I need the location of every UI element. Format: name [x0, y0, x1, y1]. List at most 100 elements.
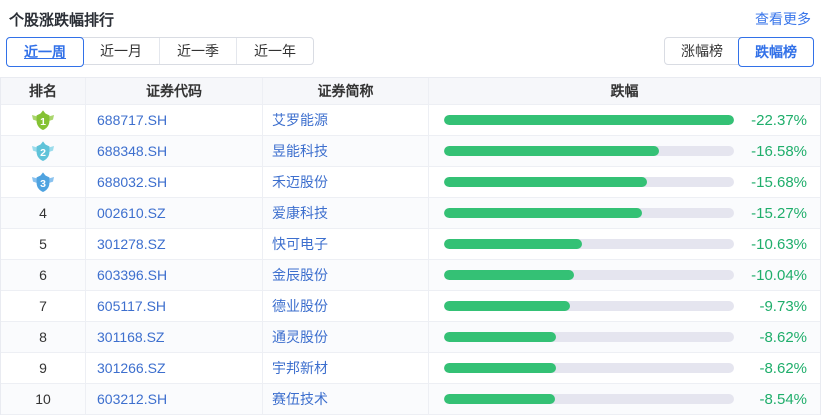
- change-bar-fill: [444, 115, 734, 125]
- table-row[interactable]: 1 688717.SH 艾罗能源 -22.37%: [1, 105, 820, 136]
- change-cell: -9.73%: [429, 291, 820, 321]
- svg-text:1: 1: [40, 116, 46, 128]
- table-row[interactable]: 2 688348.SH 昱能科技 -16.58%: [1, 136, 820, 167]
- table-row[interactable]: 6 603396.SH 金辰股份 -10.04%: [1, 260, 820, 291]
- rank-number: 8: [39, 329, 47, 345]
- change-value: -22.37%: [734, 112, 807, 129]
- change-cell: -10.04%: [429, 260, 820, 290]
- change-value: -15.68%: [734, 174, 807, 191]
- change-bar-track: [444, 115, 734, 125]
- change-bar-track: [444, 177, 734, 187]
- rank-number: 9: [39, 360, 47, 376]
- header-name: 证券简称: [263, 78, 429, 104]
- table-row[interactable]: 4 002610.SZ 爱康科技 -15.27%: [1, 198, 820, 229]
- rank-number: 7: [39, 298, 47, 314]
- rank-cell: 5: [1, 229, 86, 259]
- header-change: 跌幅: [429, 78, 820, 104]
- change-value: -8.62%: [734, 329, 807, 346]
- table-row[interactable]: 3 688032.SH 禾迈股份 -15.68%: [1, 167, 820, 198]
- change-bar-fill: [444, 270, 574, 280]
- change-value: -9.73%: [734, 298, 807, 315]
- stock-code[interactable]: 603212.SH: [86, 384, 263, 414]
- change-bar-track: [444, 146, 734, 156]
- svg-text:2: 2: [40, 147, 46, 159]
- change-bar-track: [444, 301, 734, 311]
- change-bar-fill: [444, 177, 647, 187]
- header-code: 证券代码: [86, 78, 263, 104]
- change-bar-fill: [444, 332, 556, 342]
- change-cell: -22.37%: [429, 105, 820, 135]
- change-value: -16.58%: [734, 143, 807, 160]
- header-rank: 排名: [1, 78, 86, 104]
- change-value: -8.62%: [734, 360, 807, 377]
- stock-name[interactable]: 爱康科技: [263, 198, 429, 228]
- stock-name[interactable]: 艾罗能源: [263, 105, 429, 135]
- change-bar-track: [444, 270, 734, 280]
- see-more-link[interactable]: 查看更多: [755, 9, 811, 29]
- tab-last-week[interactable]: 近一周: [6, 37, 84, 67]
- period-tab-group: 近一周 近一月 近一季 近一年: [6, 37, 314, 65]
- rank-cell: 4: [1, 198, 86, 228]
- rank-cell: 6: [1, 260, 86, 290]
- widget-header: 个股涨跌幅排行 查看更多: [0, 0, 821, 30]
- change-bar-fill: [444, 301, 570, 311]
- rank-cell: 2: [1, 136, 86, 166]
- toggle-gainers[interactable]: 涨幅榜: [665, 38, 739, 64]
- rank-number: 5: [39, 236, 47, 252]
- rank-medal-icon: 2: [31, 140, 55, 162]
- rank-cell: 7: [1, 291, 86, 321]
- table-row[interactable]: 7 605117.SH 德业股份 -9.73%: [1, 291, 820, 322]
- ranking-table: 排名 证券代码 证券简称 跌幅 1 688717.SH 艾罗能源 -22.37%: [0, 77, 821, 415]
- change-cell: -8.62%: [429, 322, 820, 352]
- table-row[interactable]: 8 301168.SZ 通灵股份 -8.62%: [1, 322, 820, 353]
- stock-code[interactable]: 603396.SH: [86, 260, 263, 290]
- change-bar-track: [444, 394, 734, 404]
- stock-name[interactable]: 通灵股份: [263, 322, 429, 352]
- tab-last-quarter[interactable]: 近一季: [159, 38, 236, 64]
- change-bar-track: [444, 332, 734, 342]
- change-bar-fill: [444, 239, 582, 249]
- controls-row: 近一周 近一月 近一季 近一年 涨幅榜 跌幅榜: [0, 37, 821, 65]
- rank-medal-icon: 3: [31, 171, 55, 193]
- stock-code[interactable]: 688717.SH: [86, 105, 263, 135]
- stock-code[interactable]: 301278.SZ: [86, 229, 263, 259]
- change-value: -10.04%: [734, 267, 807, 284]
- table-row[interactable]: 10 603212.SH 赛伍技术 -8.54%: [1, 384, 820, 415]
- rank-number: 6: [39, 267, 47, 283]
- rank-cell: 3: [1, 167, 86, 197]
- stock-code[interactable]: 301168.SZ: [86, 322, 263, 352]
- table-body: 1 688717.SH 艾罗能源 -22.37% 2 688348.SH 昱能科…: [1, 105, 820, 415]
- stock-code[interactable]: 688348.SH: [86, 136, 263, 166]
- rank-cell: 9: [1, 353, 86, 383]
- tab-last-month[interactable]: 近一月: [83, 38, 159, 64]
- tab-last-year[interactable]: 近一年: [236, 38, 313, 64]
- change-cell: -16.58%: [429, 136, 820, 166]
- stock-name[interactable]: 宇邦新材: [263, 353, 429, 383]
- toggle-losers[interactable]: 跌幅榜: [738, 37, 814, 67]
- change-bar-fill: [444, 394, 555, 404]
- table-row[interactable]: 9 301266.SZ 宇邦新材 -8.62%: [1, 353, 820, 384]
- stock-name[interactable]: 金辰股份: [263, 260, 429, 290]
- stock-code[interactable]: 301266.SZ: [86, 353, 263, 383]
- stock-name[interactable]: 禾迈股份: [263, 167, 429, 197]
- change-cell: -8.54%: [429, 384, 820, 414]
- change-bar-fill: [444, 208, 642, 218]
- stock-name[interactable]: 快可电子: [263, 229, 429, 259]
- change-value: -8.54%: [734, 391, 807, 408]
- board-toggle-group: 涨幅榜 跌幅榜: [664, 37, 814, 65]
- stock-code[interactable]: 605117.SH: [86, 291, 263, 321]
- rank-cell: 10: [1, 384, 86, 414]
- stock-code[interactable]: 002610.SZ: [86, 198, 263, 228]
- table-row[interactable]: 5 301278.SZ 快可电子 -10.63%: [1, 229, 820, 260]
- change-bar-track: [444, 239, 734, 249]
- change-cell: -15.27%: [429, 198, 820, 228]
- stock-name[interactable]: 赛伍技术: [263, 384, 429, 414]
- change-cell: -10.63%: [429, 229, 820, 259]
- change-bar-fill: [444, 146, 659, 156]
- change-cell: -8.62%: [429, 353, 820, 383]
- stock-name[interactable]: 昱能科技: [263, 136, 429, 166]
- change-cell: -15.68%: [429, 167, 820, 197]
- stock-name[interactable]: 德业股份: [263, 291, 429, 321]
- change-value: -15.27%: [734, 205, 807, 222]
- stock-code[interactable]: 688032.SH: [86, 167, 263, 197]
